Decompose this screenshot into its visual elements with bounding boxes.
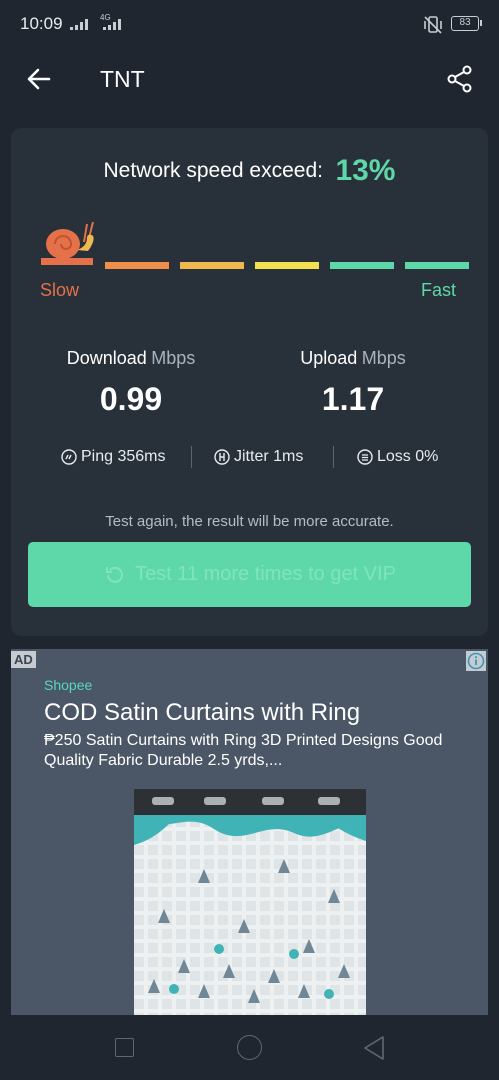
refresh-icon — [106, 566, 124, 583]
back-button[interactable] — [22, 62, 56, 96]
ad-title[interactable]: COD Satin Curtains with Ring — [44, 699, 360, 727]
jitter-stat: Jitter 1ms — [214, 448, 303, 466]
vip-button-label: Test 11 more times to get VIP — [135, 563, 396, 585]
ping-icon — [61, 449, 77, 465]
speed-scale-segment-1 — [105, 262, 169, 269]
ad-info-icon[interactable] — [466, 651, 486, 671]
jitter-value: Jitter 1ms — [234, 448, 304, 465]
slow-label: Slow — [40, 280, 80, 300]
upload-value: 1.17 — [321, 381, 385, 417]
ad-banner[interactable]: AD Shopee COD Satin Curtains with Ring ₱… — [11, 649, 488, 1015]
home-icon[interactable] — [237, 1035, 262, 1060]
ad-brand: Shopee — [44, 677, 93, 693]
speed-summary: Network speed exceed: 13% — [11, 154, 488, 188]
speed-scale-segment-2 — [180, 262, 244, 269]
stat-divider — [191, 446, 192, 468]
download-label: Download — [66, 348, 147, 368]
fast-label: Fast — [420, 280, 456, 300]
vibrate-mute-icon — [424, 16, 442, 34]
speed-label: Network speed exceed: — [103, 159, 323, 182]
network-stats: Ping 356ms Jitter 1ms Loss 0% — [11, 444, 488, 474]
ad-description: ₱250 Satin Curtains with Ring 3D Printed… — [44, 732, 443, 769]
loss-icon — [357, 449, 373, 465]
result-card: Network speed exceed: 13% Slow Fast Down… — [11, 128, 488, 636]
upload-label: Upload — [300, 348, 358, 368]
signal-icon — [70, 18, 88, 30]
speed-scale-segment-5 — [405, 262, 469, 269]
ad-product-image[interactable] — [134, 789, 366, 1015]
speed-scale-segment-3 — [255, 262, 319, 269]
upload-unit: Mbps — [361, 348, 406, 368]
nav-back-icon[interactable] — [362, 1035, 386, 1061]
ad-badge: AD — [11, 651, 36, 668]
app-header: TNT — [0, 50, 499, 108]
jitter-icon — [214, 449, 230, 465]
battery-icon: 83 — [451, 16, 482, 31]
loss-value: Loss 0% — [377, 448, 439, 465]
stat-divider — [333, 446, 334, 468]
signal-icon-2 — [103, 18, 121, 30]
speed-scale-segment-4 — [330, 262, 394, 269]
system-nav-bar — [0, 1016, 499, 1080]
recent-apps-icon[interactable] — [115, 1038, 134, 1057]
retest-hint: Test again, the result will be more accu… — [105, 513, 394, 530]
download-unit: Mbps — [151, 348, 196, 368]
loss-stat: Loss 0% — [357, 448, 438, 466]
snail-icon — [41, 221, 94, 265]
upload-metric: Upload Mbps 1.17 — [263, 348, 443, 418]
page-title: TNT — [100, 66, 145, 92]
ping-value: Ping 356ms — [81, 448, 166, 465]
status-time: 10:09 — [20, 14, 63, 33]
share-button[interactable] — [443, 62, 477, 96]
status-bar: 10:09 4G 83 — [0, 0, 499, 50]
download-value: 0.99 — [99, 381, 163, 417]
ping-stat: Ping 356ms — [61, 448, 166, 466]
speed-percentage: 13% — [335, 154, 396, 187]
download-metric: Download Mbps 0.99 — [41, 348, 221, 418]
test-again-vip-button[interactable]: Test 11 more times to get VIP — [28, 542, 471, 607]
